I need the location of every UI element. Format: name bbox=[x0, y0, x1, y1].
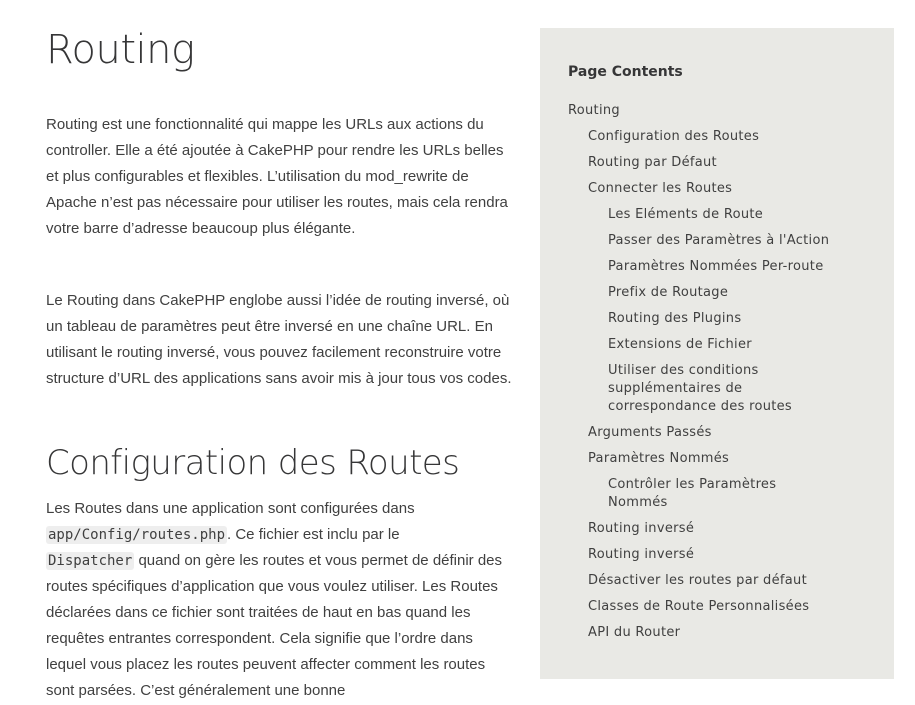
intro-paragraph-2: Le Routing dans CakePHP englobe aussi l’… bbox=[46, 292, 512, 387]
toc-item[interactable]: Routing bbox=[568, 102, 878, 120]
toc-item[interactable]: Prefix de Routage bbox=[568, 284, 838, 302]
sidebar-title: Page Contents bbox=[568, 64, 683, 80]
toc-list: Routing Configuration des Routes Routing… bbox=[568, 102, 878, 650]
page-title: Routing bbox=[46, 27, 195, 73]
toc-item[interactable]: API du Router bbox=[568, 624, 878, 642]
toc-item[interactable]: Utiliser des conditions supplémentaires … bbox=[568, 362, 838, 416]
inline-code-routes-file: app/Config/routes.php bbox=[46, 526, 228, 544]
toc-item[interactable]: Routing inversé bbox=[568, 546, 878, 564]
intro-paragraph-1: Routing est une fonctionnalité qui mappe… bbox=[46, 116, 508, 237]
section-title-configuration: Configuration des Routes bbox=[46, 443, 460, 483]
toc-item[interactable]: Routing des Plugins bbox=[568, 310, 838, 328]
toc-item[interactable]: Contrôler les Paramètres Nommés bbox=[568, 476, 838, 512]
toc-item[interactable]: Connecter les Routes bbox=[568, 180, 878, 198]
paragraph-text: . Ce fichier est inclu par le bbox=[227, 526, 400, 543]
toc-item[interactable]: Classes de Route Personnalisées bbox=[568, 598, 878, 616]
inline-code-dispatcher: Dispatcher bbox=[46, 552, 135, 570]
toc-item[interactable]: Extensions de Fichier bbox=[568, 336, 838, 354]
toc-item[interactable]: Les Eléments de Route bbox=[568, 206, 838, 224]
paragraph-text: quand on gère les routes et vous permet … bbox=[46, 552, 503, 699]
toc-item[interactable]: Paramètres Nommées Per-route bbox=[568, 258, 838, 276]
toc-item[interactable]: Désactiver les routes par défaut bbox=[568, 572, 878, 590]
section-paragraph: Les Routes dans une application sont con… bbox=[46, 496, 516, 704]
toc-item[interactable]: Passer des Paramètres à l'Action bbox=[568, 232, 838, 250]
paragraph-text: Les Routes dans une application sont con… bbox=[46, 500, 415, 517]
toc-item[interactable]: Routing par Défaut bbox=[568, 154, 878, 172]
toc-item[interactable]: Arguments Passés bbox=[568, 424, 878, 442]
toc-item[interactable]: Configuration des Routes bbox=[568, 128, 878, 146]
page-contents-sidebar: Page Contents Routing Configuration des … bbox=[540, 28, 894, 679]
toc-item[interactable]: Routing inversé bbox=[568, 520, 878, 538]
toc-item[interactable]: Paramètres Nommés bbox=[568, 450, 878, 468]
